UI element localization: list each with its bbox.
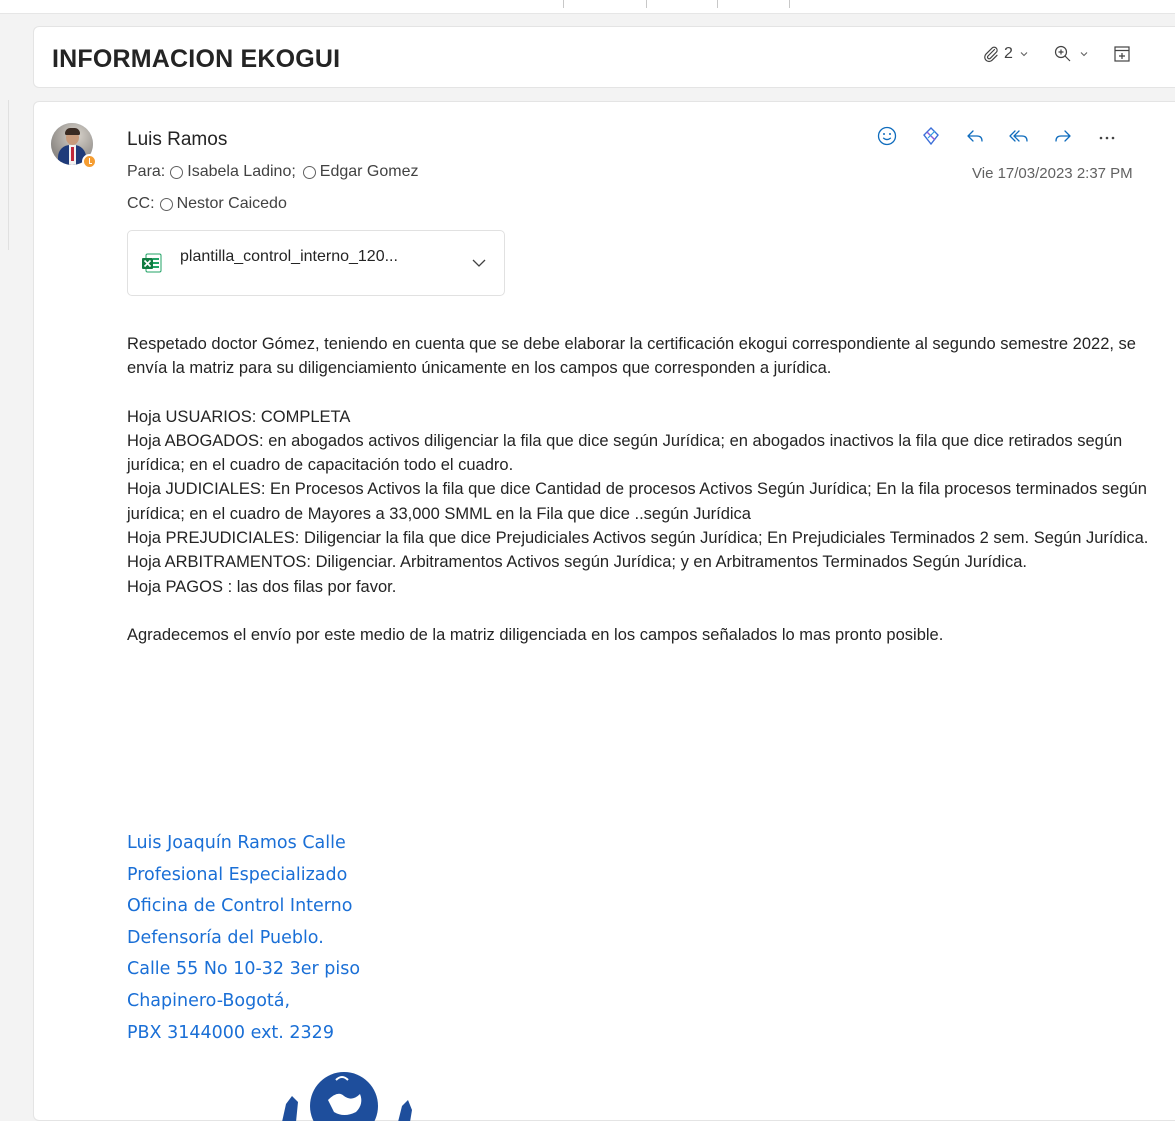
email-subject: INFORMACION EKOGUI	[52, 45, 341, 73]
more-icon	[1099, 136, 1115, 140]
subject-toolbar: 2	[982, 44, 1155, 64]
cc-recipients: CC: Nestor Caicedo	[127, 195, 287, 213]
toolbar-divider	[789, 0, 790, 8]
body-paragraph: Agradecemos el envío por este medio de l…	[127, 625, 944, 644]
to-label: Para:	[127, 163, 166, 180]
attachment-card[interactable]: plantilla_control_interno_120...	[127, 230, 505, 296]
toolbar-divider	[717, 0, 718, 8]
expand-window-icon	[1114, 46, 1130, 62]
presence-unknown-icon	[159, 197, 173, 211]
chevron-down-icon	[1080, 52, 1088, 57]
emoji-icon	[877, 126, 897, 146]
presence-away-icon	[82, 154, 97, 169]
zoom-in-icon	[1054, 45, 1071, 62]
body-line: Hoja ABOGADOS: en abogados activos dilig…	[127, 431, 1123, 475]
reply-all-icon	[1009, 130, 1028, 142]
to-recipients: Para: Isabela Ladino; Edgar Gomez	[127, 163, 419, 181]
cc-label: CC:	[127, 195, 155, 212]
sender-name[interactable]: Luis Ramos	[127, 129, 227, 151]
reply-icon	[967, 130, 983, 142]
reply-all-button[interactable]	[1001, 122, 1037, 150]
loop-component-button[interactable]	[913, 122, 949, 150]
message-body: Respetado doctor Gómez, teniendo en cuen…	[127, 332, 1157, 647]
top-toolbar-strip	[0, 0, 1175, 14]
paperclip-icon	[984, 46, 998, 63]
body-line: Hoja PAGOS : las dos filas por favor.	[127, 577, 397, 596]
open-in-new-window-button[interactable]	[1113, 45, 1131, 63]
body-line: Hoja PREJUDICIALES: Diligenciar la fila …	[127, 529, 1149, 548]
defensoria-logo	[282, 1072, 412, 1121]
zoom-dropdown[interactable]	[1053, 44, 1089, 64]
signature-line: Profesional Especializado	[127, 864, 348, 885]
message-card: Luis Ramos Para: Isabela Ladino; Edgar G…	[33, 101, 1175, 1121]
message-actions	[869, 122, 1133, 150]
body-line: Hoja USUARIOS: COMPLETA	[127, 407, 351, 426]
body-paragraph: Respetado doctor Gómez, teniendo en cuen…	[127, 335, 1136, 378]
attachments-count: 2	[1004, 45, 1013, 62]
forward-button[interactable]	[1045, 122, 1081, 150]
recipient-name[interactable]: Edgar Gomez	[320, 163, 419, 181]
attachment-name: plantilla_control_interno_120...	[180, 248, 398, 265]
presence-unknown-icon	[170, 165, 184, 179]
toolbar-divider	[646, 0, 647, 8]
signature-line: Chapinero-Bogotá,	[127, 990, 291, 1011]
body-line: Hoja JUDICIALES: En Procesos Activos la …	[127, 480, 1147, 523]
excel-file-icon	[142, 253, 162, 273]
forward-icon	[1055, 130, 1071, 142]
more-actions-button[interactable]	[1089, 122, 1125, 150]
presence-unknown-icon	[302, 165, 316, 179]
signature-line: Defensoría del Pueblo.	[127, 927, 324, 948]
chevron-down-icon	[1020, 52, 1028, 57]
signature-line: Calle 55 No 10-32 3er piso	[127, 959, 361, 980]
body-line: Hoja ARBITRAMENTOS: Diligenciar. Arbitra…	[127, 553, 1027, 572]
email-signature: Luis Joaquín Ramos Calle Profesional Esp…	[127, 828, 360, 1049]
signature-line: Oficina de Control Interno	[127, 896, 353, 917]
toolbar-divider	[563, 0, 564, 8]
loop-icon	[923, 127, 939, 146]
chevron-down-icon[interactable]	[471, 257, 487, 269]
signature-line: PBX 3144000 ext. 2329	[127, 1022, 334, 1043]
sent-timestamp: Vie 17/03/2023 2:37 PM	[972, 165, 1133, 182]
emoji-reaction-button[interactable]	[869, 122, 905, 150]
message-list-edge	[0, 20, 14, 1121]
attachments-dropdown[interactable]: 2	[982, 45, 1029, 63]
recipient-name[interactable]: Isabela Ladino;	[187, 163, 296, 181]
recipient-name[interactable]: Nestor Caicedo	[177, 195, 287, 213]
signature-line: Luis Joaquín Ramos Calle	[127, 833, 346, 853]
reply-button[interactable]	[957, 122, 993, 150]
subject-header: INFORMACION EKOGUI 2	[33, 26, 1175, 88]
